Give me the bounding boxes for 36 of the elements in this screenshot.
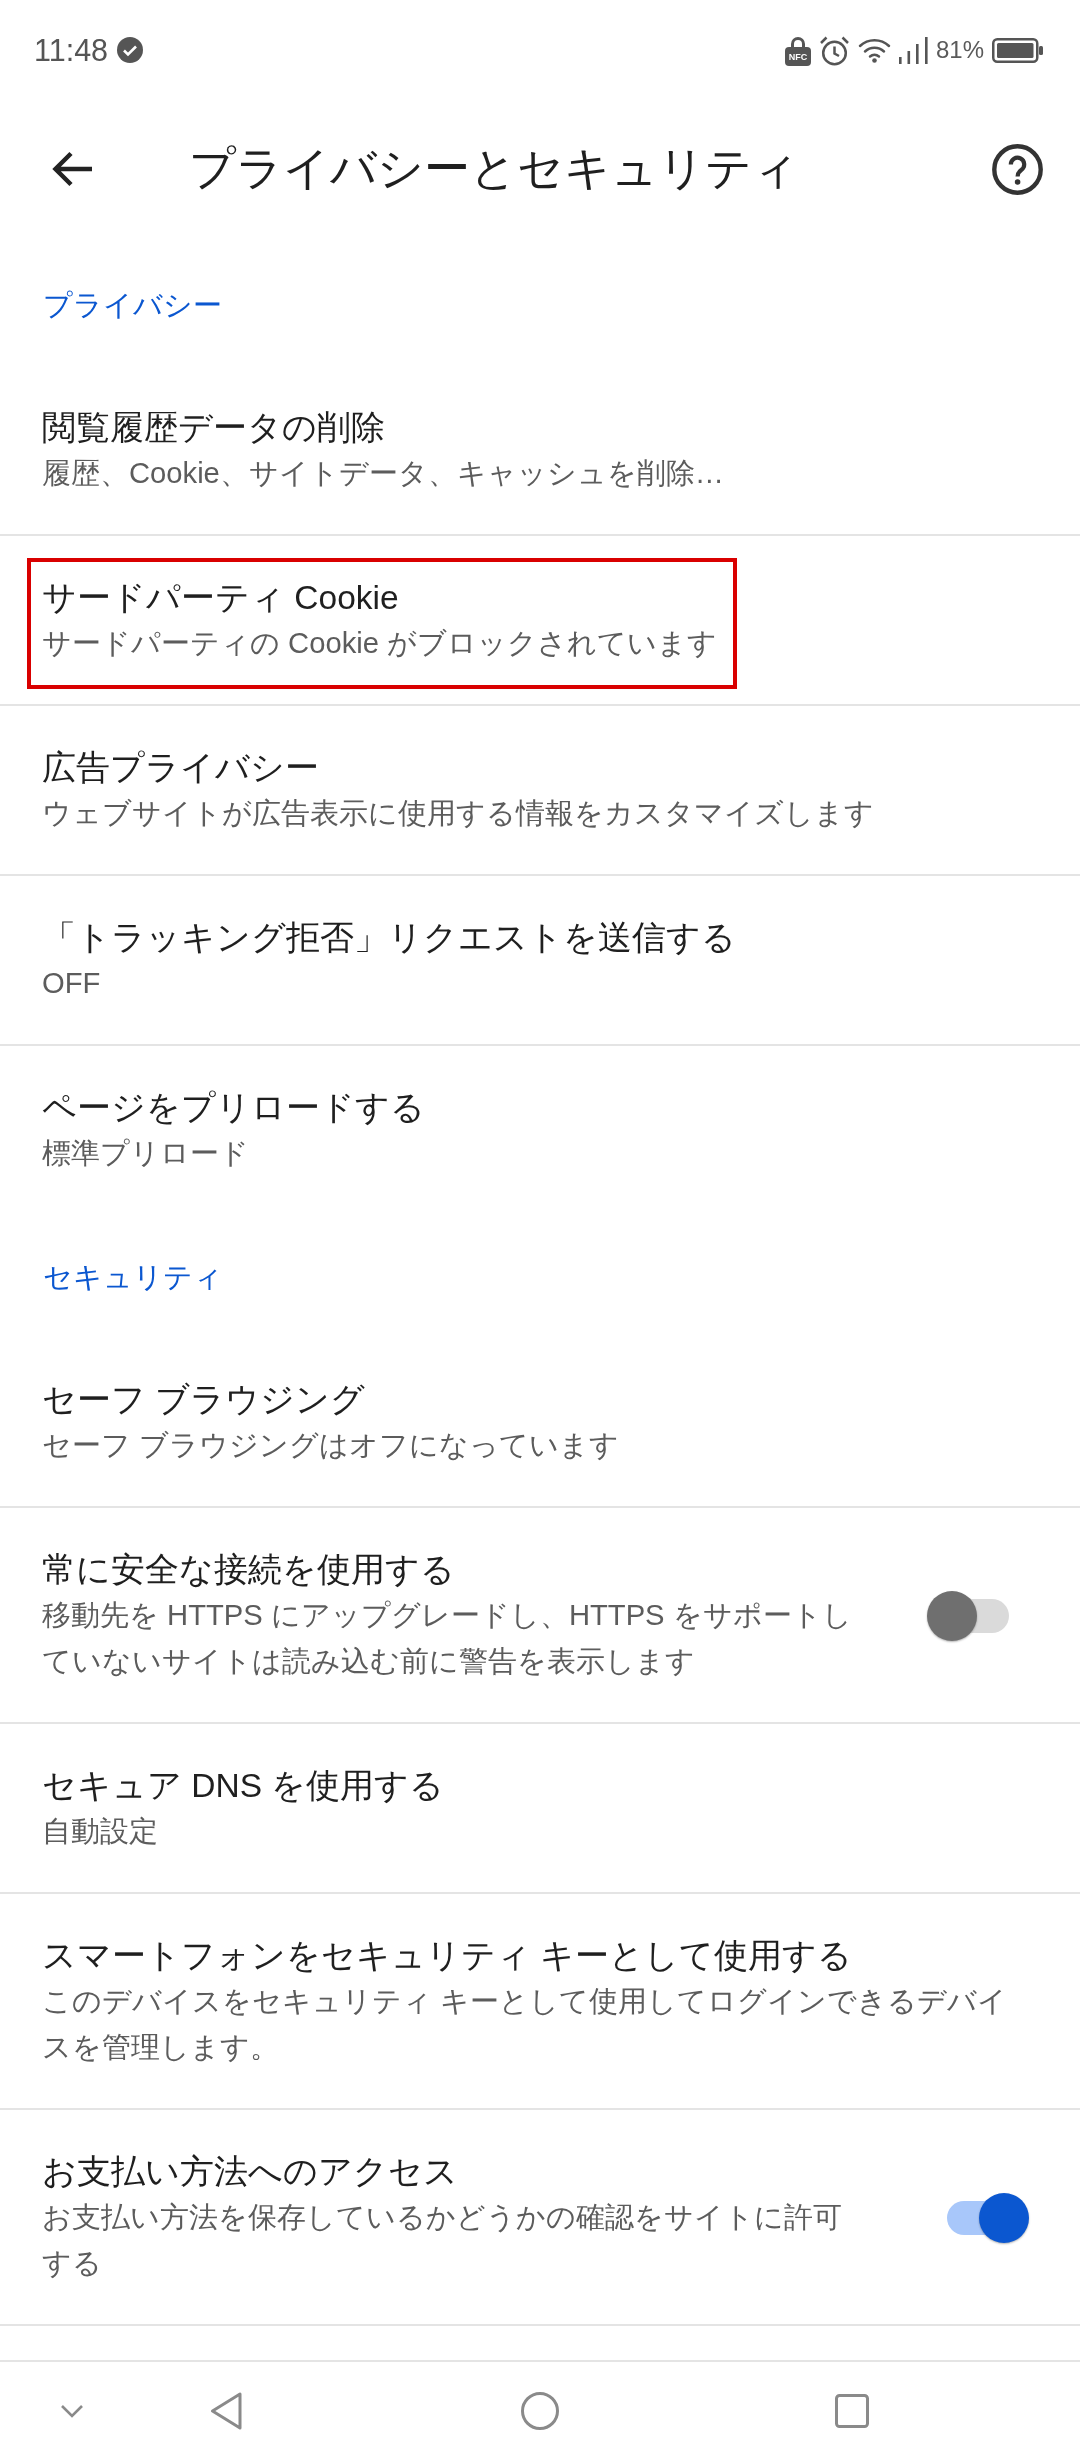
section-heading: セキュリティ bbox=[43, 1260, 223, 1295]
setting-title[interactable]: 閲覧履歴データの削除 bbox=[42, 406, 385, 450]
setting-description: このデバイスをセキュリティ キーとして使用してログインできるデバイスを管理します。 bbox=[42, 1984, 1009, 2065]
setting-description: ウェブサイトが広告表示に使用する情報をカスタマイズします bbox=[42, 796, 874, 831]
setting-description: 移動先を HTTPS にアップグレードし、HTTPS をサポートしていないサイトは読み込む前に警告を表示します bbox=[42, 1598, 853, 1679]
setting-title[interactable]: 常に安全な接続を使用する bbox=[42, 1548, 455, 1592]
recents-icon[interactable] bbox=[835, 2394, 869, 2428]
battery-percent: 81% bbox=[935, 36, 984, 64]
check-circle-icon bbox=[117, 37, 144, 63]
setting-title[interactable]: 広告プライバシー bbox=[42, 746, 319, 790]
home-icon[interactable] bbox=[521, 2392, 559, 2430]
wifi-icon bbox=[857, 37, 891, 63]
battery-icon bbox=[992, 37, 1043, 63]
setting-title[interactable]: お支払い方法へのアクセス bbox=[42, 2150, 458, 2194]
back-arrow-icon[interactable] bbox=[50, 150, 93, 188]
alarm-clock-icon bbox=[818, 34, 850, 66]
setting-description: セーフ ブラウジングはオフになっています bbox=[42, 1428, 620, 1463]
setting-description: 自動設定 bbox=[42, 1814, 158, 1849]
page-title: プライバシーとセキュリティ bbox=[189, 142, 799, 196]
setting-title[interactable]: サードパーティ Cookie bbox=[42, 576, 399, 620]
setting-description: 標準プリロード bbox=[42, 1136, 249, 1171]
setting-description: OFF bbox=[42, 966, 101, 1001]
status-time: 11:48 bbox=[34, 32, 109, 68]
setting-description: 履歴、Cookie、サイトデータ、キャッシュを削除… bbox=[42, 456, 725, 491]
signal-icon bbox=[898, 36, 928, 64]
help-icon[interactable] bbox=[992, 143, 1043, 195]
chevron-down-icon[interactable] bbox=[60, 2404, 84, 2418]
setting-title[interactable]: ページをプリロードする bbox=[42, 1086, 425, 1130]
back-icon[interactable] bbox=[210, 2392, 242, 2430]
setting-title[interactable]: 「トラッキング拒否」リクエストを送信する bbox=[42, 916, 736, 960]
section-heading: プライバシー bbox=[43, 288, 222, 323]
setting-title[interactable]: スマートフォンをセキュリティ キーとして使用する bbox=[42, 1934, 853, 1978]
setting-title[interactable]: セーフ ブラウジング bbox=[42, 1378, 366, 1422]
setting-title[interactable]: セキュア DNS を使用する bbox=[42, 1764, 445, 1808]
setting-description: サードパーティの Cookie がブロックされています bbox=[42, 626, 718, 661]
setting-description: お支払い方法を保存しているかどうかの確認をサイトに許可する bbox=[42, 2200, 843, 2281]
